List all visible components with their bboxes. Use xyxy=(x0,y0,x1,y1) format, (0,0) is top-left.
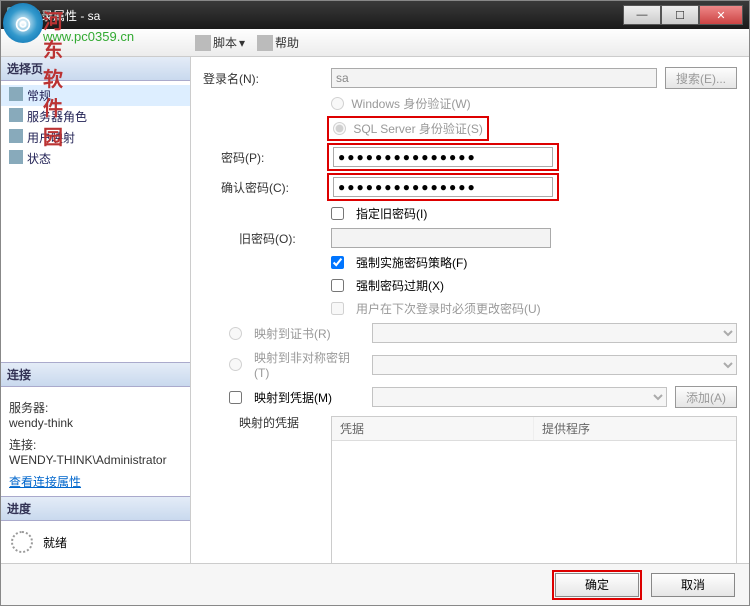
row-auth-windows: Windows 身份验证(W) xyxy=(203,95,737,112)
close-button[interactable]: ✕ xyxy=(699,5,743,25)
row-old-pw: 旧密码(O): xyxy=(203,228,737,248)
row-must-change: 用户在下次登录时必须更改密码(U) xyxy=(203,300,737,317)
row-map-cred: 映射到凭据(M) 添加(A) xyxy=(203,386,737,408)
view-connection-link[interactable]: 查看连接属性 xyxy=(9,473,182,490)
conn-value: WENDY-THINK\Administrator xyxy=(9,453,182,467)
spinner-icon xyxy=(11,531,33,553)
minimize-button[interactable]: — xyxy=(623,5,661,25)
row-enforce-expire: 强制密码过期(X) xyxy=(203,277,737,294)
row-auth-sql: SQL Server 身份验证(S) xyxy=(203,118,737,139)
mapped-cred-label: 映射的凭据 xyxy=(203,414,323,431)
login-name-label: 登录名(N): xyxy=(203,70,323,87)
row-confirm: 确认密码(C): xyxy=(203,175,737,199)
password-highlight xyxy=(327,143,559,171)
login-name-input xyxy=(331,68,657,88)
confirm-highlight xyxy=(327,173,559,201)
must-change-label: 用户在下次登录时必须更改密码(U) xyxy=(356,300,541,317)
cred-header: 凭据 提供程序 xyxy=(332,417,736,441)
server-value: wendy-think xyxy=(9,416,182,430)
must-change-checkbox xyxy=(331,302,344,315)
map-cred-select xyxy=(372,387,667,407)
windows-auth-label: Windows 身份验证(W) xyxy=(351,97,470,111)
old-pw-label: 旧密码(O): xyxy=(203,230,323,247)
dialog-window: ◎ 河东软件园 www.pc0359.cn 登录属性 - sa — ☐ ✕ 脚本… xyxy=(0,0,750,606)
enforce-expire-label: 强制密码过期(X) xyxy=(356,277,444,294)
left-pane: 选择页 常规 服务器角色 用户映射 状态 连接 服务器: wendy-think… xyxy=(1,57,191,563)
sql-auth-label: SQL Server 身份验证(S) xyxy=(353,122,483,136)
server-label: 服务器: xyxy=(9,399,182,416)
map-asym-radio xyxy=(229,358,242,371)
nav-item-general[interactable]: 常规 xyxy=(1,85,190,106)
ok-button[interactable]: 确定 xyxy=(555,573,639,597)
right-pane: 登录名(N): 搜索(E)... Windows 身份验证(W) SQL Ser… xyxy=(191,57,749,563)
specify-old-checkbox[interactable] xyxy=(331,207,344,220)
map-cred-label: 映射到凭据(M) xyxy=(254,389,364,406)
row-specify-old: 指定旧密码(I) xyxy=(203,205,737,222)
script-icon xyxy=(195,35,211,51)
dropdown-arrow-icon: ▾ xyxy=(239,36,245,50)
cancel-button[interactable]: 取消 xyxy=(651,573,735,597)
row-enforce-policy: 强制实施密码策略(F) xyxy=(203,254,737,271)
map-cert-label: 映射到证书(R) xyxy=(254,325,364,342)
dialog-footer: 确定 取消 xyxy=(1,563,749,605)
conn-label: 连接: xyxy=(9,436,182,453)
add-button: 添加(A) xyxy=(675,386,737,408)
nav-list: 常规 服务器角色 用户映射 状态 xyxy=(1,81,190,173)
toolbar-script-label: 脚本 xyxy=(213,34,237,51)
enforce-expire-checkbox[interactable] xyxy=(331,279,344,292)
connection-body: 服务器: wendy-think 连接: WENDY-THINK\Adminis… xyxy=(1,387,190,496)
enforce-policy-checkbox[interactable] xyxy=(331,256,344,269)
map-cert-select xyxy=(372,323,737,343)
toolbar: 脚本 ▾ 帮助 xyxy=(1,29,749,57)
confirm-input[interactable] xyxy=(333,177,553,197)
toolbar-help[interactable]: 帮助 xyxy=(253,32,303,53)
nav-item-server-roles[interactable]: 服务器角色 xyxy=(1,106,190,127)
map-asym-label: 映射到非对称密钥(T) xyxy=(254,349,364,380)
password-label: 密码(P): xyxy=(203,149,323,166)
window-buttons: — ☐ ✕ xyxy=(623,5,743,25)
sql-auth-radio xyxy=(333,122,346,135)
nav-item-status[interactable]: 状态 xyxy=(1,148,190,169)
nav-header: 选择页 xyxy=(1,57,190,81)
window-title: 登录属性 - sa xyxy=(29,7,623,24)
row-map-cert: 映射到证书(R) xyxy=(203,323,737,343)
password-input[interactable] xyxy=(333,147,553,167)
nav-item-user-mapping[interactable]: 用户映射 xyxy=(1,127,190,148)
cred-col-provider: 提供程序 xyxy=(534,417,736,440)
search-button: 搜索(E)... xyxy=(665,67,737,89)
titlebar: 登录属性 - sa — ☐ ✕ xyxy=(1,1,749,29)
app-icon xyxy=(7,7,23,23)
old-pw-input xyxy=(331,228,551,248)
progress-status: 就绪 xyxy=(43,534,67,551)
help-icon xyxy=(257,35,273,51)
credentials-grid[interactable]: 凭据 提供程序 xyxy=(331,416,737,566)
progress-header: 进度 xyxy=(1,496,190,521)
nav-spacer xyxy=(1,173,190,362)
dialog-body: 选择页 常规 服务器角色 用户映射 状态 连接 服务器: wendy-think… xyxy=(1,57,749,563)
row-login-name: 登录名(N): 搜索(E)... xyxy=(203,67,737,89)
map-asym-select xyxy=(372,355,737,375)
windows-auth-radio xyxy=(331,97,344,110)
confirm-label: 确认密码(C): xyxy=(203,179,323,196)
progress-body: 就绪 xyxy=(1,521,190,563)
windows-auth-option: Windows 身份验证(W) xyxy=(331,95,471,112)
sql-auth-highlight: SQL Server 身份验证(S) xyxy=(327,116,489,141)
enforce-policy-label: 强制实施密码策略(F) xyxy=(356,254,467,271)
toolbar-script[interactable]: 脚本 ▾ xyxy=(191,32,249,53)
toolbar-help-label: 帮助 xyxy=(275,34,299,51)
row-password: 密码(P): xyxy=(203,145,737,169)
map-cred-checkbox[interactable] xyxy=(229,391,242,404)
cred-col-credential: 凭据 xyxy=(332,417,534,440)
map-cert-radio xyxy=(229,327,242,340)
row-map-asym: 映射到非对称密钥(T) xyxy=(203,349,737,380)
specify-old-label: 指定旧密码(I) xyxy=(356,205,427,222)
maximize-button[interactable]: ☐ xyxy=(661,5,699,25)
connection-header: 连接 xyxy=(1,362,190,387)
